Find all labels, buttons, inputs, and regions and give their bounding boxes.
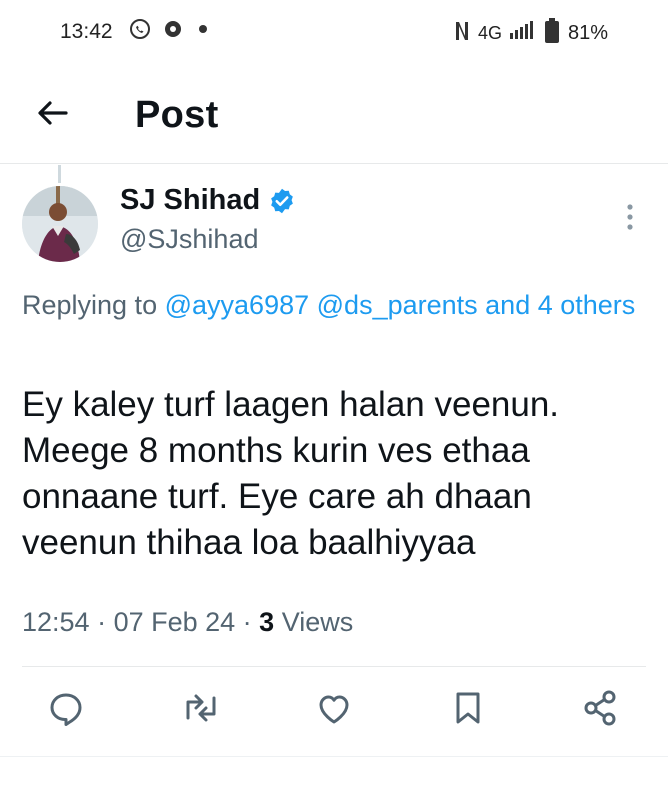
tweet-text: Ey kaley turf laagen halan veenun. Meege… bbox=[22, 385, 560, 562]
bottom-divider bbox=[0, 756, 668, 757]
reply-others-link[interactable]: and 4 others bbox=[485, 290, 635, 320]
like-icon[interactable] bbox=[314, 688, 354, 728]
user-name[interactable]: SJ Shihad bbox=[120, 184, 260, 217]
replying-to: Replying to @ayya6987 @ds_parents and 4 … bbox=[22, 283, 662, 327]
meta-separator-2: · bbox=[235, 607, 260, 637]
battery-percent: 81% bbox=[567, 22, 608, 44]
avatar[interactable] bbox=[22, 186, 98, 262]
views-count[interactable]: 3 bbox=[259, 607, 274, 638]
divider bbox=[22, 666, 646, 667]
user-name-row: SJ Shihad bbox=[120, 184, 296, 217]
more-options-icon[interactable] bbox=[620, 200, 640, 234]
header: Post bbox=[0, 62, 668, 164]
user-handle[interactable]: @SJshihad bbox=[120, 224, 258, 255]
bookmark-icon[interactable] bbox=[448, 688, 488, 728]
reply-mention-2[interactable]: @ds_parents bbox=[317, 290, 478, 320]
status-right: 4G 81% bbox=[454, 18, 608, 49]
thread-line bbox=[58, 165, 61, 183]
action-bar bbox=[0, 688, 668, 738]
meta-separator-1: · bbox=[89, 607, 114, 637]
page-title: Post bbox=[135, 94, 219, 136]
notification-dot-icon bbox=[194, 20, 212, 43]
viber-icon bbox=[128, 17, 152, 46]
replying-label: Replying to bbox=[22, 290, 158, 320]
battery-icon bbox=[544, 18, 560, 49]
network-type: 4G bbox=[477, 23, 502, 43]
vpn-icon bbox=[162, 18, 184, 45]
status-bar: 13:42 4G 81% bbox=[0, 0, 668, 62]
status-left-icons bbox=[128, 17, 212, 46]
tweet-date: 07 Feb 24 bbox=[113, 607, 236, 637]
retweet-icon[interactable] bbox=[180, 688, 220, 728]
views-label: Views bbox=[274, 607, 354, 637]
verified-badge-icon bbox=[268, 187, 296, 215]
reply-icon[interactable] bbox=[46, 688, 86, 728]
status-time: 13:42 bbox=[60, 20, 113, 43]
tweet-meta: 12:54 · 07 Feb 24 · 3 Views bbox=[22, 607, 353, 638]
share-icon[interactable] bbox=[580, 688, 620, 728]
arrow-left-icon[interactable] bbox=[34, 95, 70, 131]
nfc-icon bbox=[454, 20, 470, 47]
signal-icon bbox=[509, 21, 536, 46]
tweet-time: 12:54 bbox=[22, 607, 90, 637]
reply-mention-1[interactable]: @ayya6987 bbox=[165, 290, 310, 320]
